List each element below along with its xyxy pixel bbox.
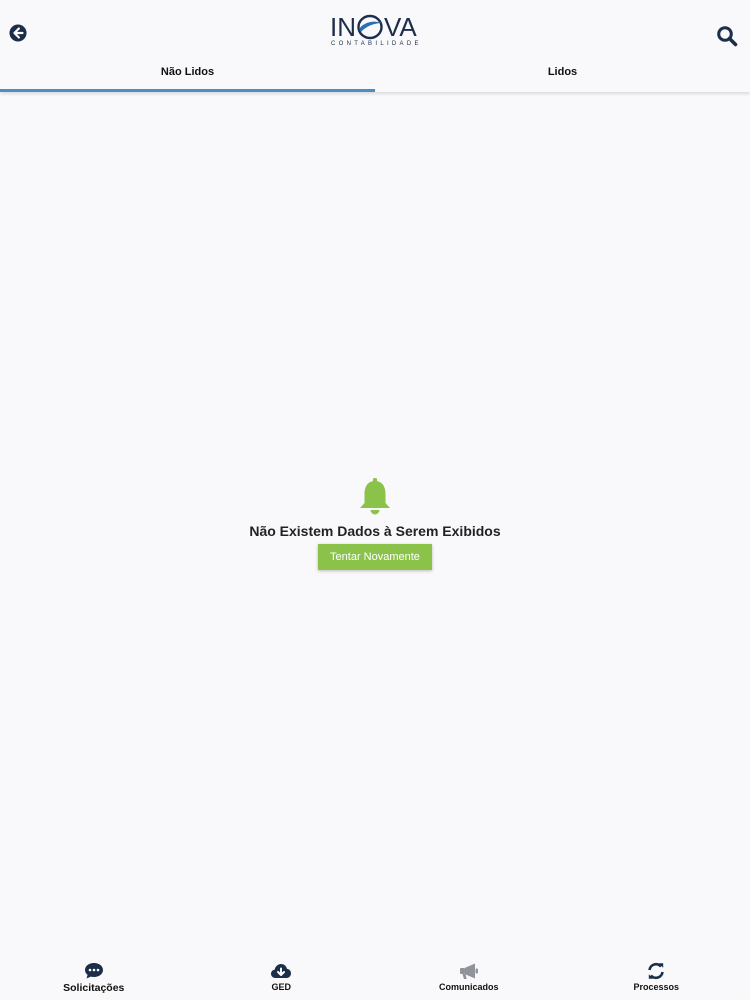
logo-subtitle: CONTABILIDADE [331, 41, 422, 47]
search-icon[interactable] [716, 25, 738, 47]
nav-solicitacoes[interactable]: Solicitações [0, 956, 188, 1000]
logo-swoosh-icon [357, 14, 383, 40]
empty-state: Não Existem Dados à Serem Exibidos Tenta… [0, 478, 750, 570]
logo-word-right: VA [384, 12, 417, 42]
logo-wordmark: IN VA [330, 14, 420, 40]
retry-button[interactable]: Tentar Novamente [318, 544, 432, 570]
app-root: IN VA CONTABILIDADE Não Lidos Lidos Não … [0, 0, 750, 1000]
tab-label: Não Lidos [160, 66, 215, 78]
nav-label: GED [271, 982, 291, 992]
top-bar: IN VA CONTABILIDADE [0, 0, 750, 58]
logo: IN VA CONTABILIDADE [330, 14, 420, 50]
cloud-download-icon [271, 964, 292, 978]
nav-label: Solicitações [63, 982, 125, 994]
nav-comunicados[interactable]: Comunicados [375, 956, 563, 1000]
nav-label: Processos [633, 982, 680, 992]
nav-processos[interactable]: Processos [563, 956, 750, 1000]
megaphone-icon [459, 963, 478, 979]
logo-word-left: IN [330, 12, 356, 42]
refresh-icon [648, 962, 665, 980]
tab-bar: Não Lidos Lidos [0, 58, 750, 92]
bell-icon [360, 478, 390, 515]
back-icon[interactable] [9, 24, 27, 42]
nav-ged[interactable]: GED [188, 956, 376, 1000]
tab-nao-lidos[interactable]: Não Lidos [0, 58, 375, 92]
bottom-nav: Solicitações GED Comunicados Processos [0, 956, 750, 1000]
tab-lidos[interactable]: Lidos [375, 58, 750, 92]
tab-label: Lidos [547, 66, 578, 78]
empty-message: Não Existem Dados à Serem Exibidos [249, 523, 501, 539]
chat-bubble-icon [84, 963, 103, 979]
nav-label: Comunicados [438, 982, 499, 992]
